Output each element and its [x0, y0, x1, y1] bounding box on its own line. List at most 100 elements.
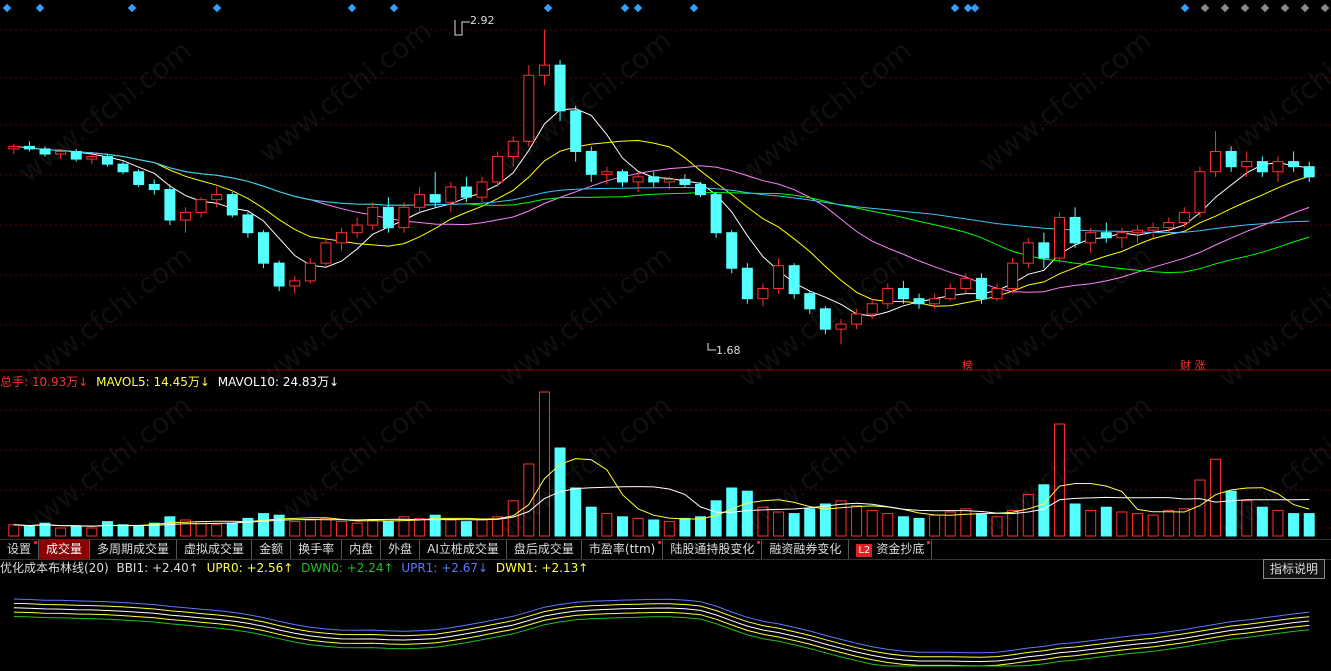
- volume-bar[interactable]: [523, 463, 535, 537]
- tab-10[interactable]: 市盈率(ttm): [582, 540, 664, 559]
- candle-body[interactable]: [944, 288, 956, 300]
- tab-0[interactable]: 设置: [0, 540, 40, 559]
- candle-body[interactable]: [164, 189, 176, 221]
- candle-body[interactable]: [1210, 150, 1222, 173]
- candle-body[interactable]: [695, 183, 707, 196]
- volume-bar[interactable]: [1007, 509, 1019, 537]
- volume-bar[interactable]: [164, 516, 176, 537]
- candle-body[interactable]: [1085, 232, 1097, 244]
- candle-body[interactable]: [835, 323, 847, 330]
- volume-bar[interactable]: [289, 521, 301, 537]
- volume-bar[interactable]: [1256, 506, 1268, 537]
- candle-body[interactable]: [55, 150, 67, 155]
- volume-bar[interactable]: [913, 517, 925, 537]
- volume-bars[interactable]: [8, 391, 1315, 537]
- volume-bar[interactable]: [226, 522, 238, 537]
- event-diamond-icon[interactable]: [35, 3, 45, 13]
- volume-bar[interactable]: [1194, 479, 1206, 537]
- volume-bar[interactable]: [8, 524, 20, 537]
- volume-bar[interactable]: [648, 519, 660, 537]
- candle-body[interactable]: [351, 224, 363, 234]
- event-diamond-icon[interactable]: [633, 3, 643, 13]
- candle-body[interactable]: [211, 194, 223, 201]
- candle-body[interactable]: [632, 176, 644, 183]
- candle-body[interactable]: [242, 214, 254, 234]
- candle-body[interactable]: [1007, 262, 1019, 290]
- tab-6[interactable]: 内盘: [342, 540, 382, 559]
- tab-8[interactable]: AI立桩成交量: [420, 540, 507, 559]
- event-diamond-icon[interactable]: [970, 3, 980, 13]
- candle-body[interactable]: [336, 232, 348, 244]
- candle-body[interactable]: [1132, 229, 1144, 234]
- volume-bar[interactable]: [320, 517, 332, 537]
- candle-body[interactable]: [1069, 216, 1081, 244]
- candle-body[interactable]: [507, 140, 519, 158]
- candle-body[interactable]: [429, 194, 441, 203]
- candle-body[interactable]: [1178, 211, 1190, 224]
- event-diamond-icon[interactable]: [1180, 3, 1190, 13]
- volume-bar[interactable]: [616, 516, 628, 537]
- volume-bar[interactable]: [835, 500, 847, 537]
- tab-1[interactable]: 成交量: [39, 540, 91, 559]
- volume-bar[interactable]: [445, 519, 457, 537]
- candle-body[interactable]: [601, 171, 613, 175]
- candle-body[interactable]: [648, 176, 660, 183]
- candle-body[interactable]: [1225, 150, 1237, 168]
- volume-bar[interactable]: [1288, 513, 1300, 537]
- volume-bar[interactable]: [101, 521, 113, 537]
- volume-bar[interactable]: [679, 517, 691, 537]
- toolbar-diamond-icon[interactable]: [1220, 3, 1230, 13]
- volume-bar[interactable]: [804, 508, 816, 537]
- volume-bar[interactable]: [476, 519, 488, 537]
- volume-bar[interactable]: [882, 513, 894, 537]
- candle-body[interactable]: [1194, 171, 1206, 213]
- volume-bar[interactable]: [1303, 513, 1315, 537]
- candle-body[interactable]: [1053, 216, 1065, 259]
- volume-bar[interactable]: [351, 522, 363, 537]
- volume-bar[interactable]: [538, 391, 550, 537]
- candle-body[interactable]: [866, 303, 878, 315]
- volume-bar[interactable]: [866, 509, 878, 537]
- volume-bar[interactable]: [1069, 503, 1081, 537]
- volume-bar[interactable]: [1053, 423, 1065, 537]
- candle-body[interactable]: [757, 288, 769, 300]
- volume-bar[interactable]: [1225, 490, 1237, 537]
- volume-bar[interactable]: [336, 521, 348, 537]
- volume-bar[interactable]: [133, 525, 145, 537]
- volume-bar[interactable]: [258, 513, 270, 537]
- candle-body[interactable]: [616, 171, 628, 183]
- event-diamond-icon[interactable]: [950, 3, 960, 13]
- candle-body[interactable]: [538, 64, 550, 76]
- volume-bar[interactable]: [304, 519, 316, 537]
- event-diamond-icon[interactable]: [2, 3, 12, 13]
- candle-body[interactable]: [23, 145, 35, 150]
- candle-body[interactable]: [1116, 232, 1128, 239]
- event-diamond-icon[interactable]: [389, 3, 399, 13]
- volume-bar[interactable]: [273, 514, 285, 537]
- tab-7[interactable]: 外盘: [381, 540, 421, 559]
- volume-bar[interactable]: [788, 513, 800, 537]
- volume-bar[interactable]: [1022, 493, 1034, 537]
- candle-body[interactable]: [1038, 242, 1050, 259]
- volume-bar[interactable]: [897, 516, 909, 537]
- indicator-help-button[interactable]: 指标说明: [1262, 559, 1325, 579]
- candle-body[interactable]: [991, 288, 1003, 300]
- candle-body[interactable]: [773, 265, 785, 290]
- volume-bar[interactable]: [601, 513, 613, 537]
- candle-body[interactable]: [101, 156, 113, 165]
- volume-bar[interactable]: [741, 490, 753, 537]
- candle-body[interactable]: [726, 232, 738, 269]
- toolbar-diamond-icon[interactable]: [1200, 3, 1210, 13]
- candle-body[interactable]: [819, 308, 831, 330]
- candle-body[interactable]: [148, 183, 160, 191]
- event-label-cai-zhang[interactable]: 财 涨: [1180, 357, 1206, 373]
- candle-body[interactable]: [289, 280, 301, 287]
- candle-body[interactable]: [133, 171, 145, 185]
- candle-body[interactable]: [39, 148, 51, 155]
- volume-bar[interactable]: [757, 506, 769, 537]
- event-diamond-markers[interactable]: [2, 3, 1330, 13]
- candle-body[interactable]: [788, 265, 800, 295]
- volume-bar[interactable]: [851, 505, 863, 537]
- event-diamond-icon[interactable]: [620, 3, 630, 13]
- volume-bar[interactable]: [70, 525, 82, 537]
